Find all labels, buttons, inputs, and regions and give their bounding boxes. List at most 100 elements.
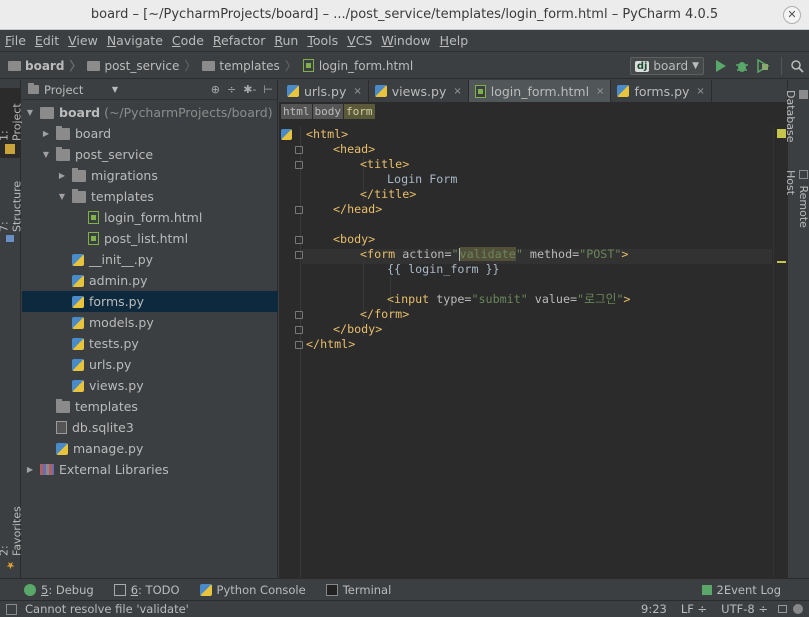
code-editor[interactable]: <html> <head> <title> Login Form </title… xyxy=(306,126,776,578)
expand-arrow-icon[interactable]: ▼ xyxy=(40,150,52,159)
search-everywhere-button[interactable] xyxy=(788,57,806,75)
tree-item-board[interactable]: ▶ board xyxy=(22,123,278,144)
expand-arrow-icon[interactable]: ▼ xyxy=(56,192,68,201)
editor-breadcrumbs: html body form xyxy=(279,103,787,120)
nav-crumb-templates[interactable]: templates 〉 xyxy=(202,57,297,74)
tab-forms-py[interactable]: forms.py × xyxy=(611,80,712,102)
menu-navigate[interactable]: Navigate xyxy=(107,33,163,48)
tree-item-admin[interactable]: admin.py xyxy=(22,270,278,291)
menu-edit[interactable]: Edit xyxy=(35,33,59,48)
expand-arrow-icon[interactable]: ▶ xyxy=(24,465,36,474)
window-close-button[interactable]: ✕ xyxy=(783,6,801,24)
tool-tab-remote-host[interactable]: Remote Host xyxy=(784,166,809,248)
close-icon[interactable]: × xyxy=(696,86,704,97)
editor-crumb-html[interactable]: html xyxy=(281,104,312,119)
tree-item-templates-sub[interactable]: ▼ templates xyxy=(22,186,278,207)
fold-marker-icon[interactable] xyxy=(295,326,303,334)
run-config-dropdown[interactable]: dj board ▼ xyxy=(629,57,704,75)
menu-label: ode xyxy=(180,33,204,48)
toggle-tool-windows-icon[interactable] xyxy=(6,603,17,615)
coverage-button[interactable] xyxy=(754,57,772,75)
menu-window[interactable]: Window xyxy=(381,33,430,48)
project-view-dropdown[interactable]: Project ▼ xyxy=(28,83,118,97)
fold-marker-icon[interactable] xyxy=(295,146,303,154)
tree-item-post-list[interactable]: post_list.html xyxy=(22,228,278,249)
menu-run[interactable]: Run xyxy=(274,33,298,48)
tree-item-models[interactable]: models.py xyxy=(22,312,278,333)
encoding-selector[interactable]: UTF-8 ÷ xyxy=(721,602,768,616)
fold-marker-icon[interactable] xyxy=(295,341,303,349)
tree-item-templates[interactable]: templates xyxy=(22,396,278,417)
close-icon[interactable]: × xyxy=(353,86,361,97)
expand-arrow-icon[interactable]: ▶ xyxy=(40,129,52,138)
python-gutter-icon[interactable] xyxy=(281,129,292,140)
tool-tab-todo[interactable]: 6: TODO xyxy=(113,583,180,597)
fold-marker-icon[interactable] xyxy=(295,236,303,244)
line-separator-selector[interactable]: LF ÷ xyxy=(681,602,707,616)
run-button[interactable] xyxy=(712,57,730,75)
editor-crumb-form[interactable]: form xyxy=(344,104,375,119)
editor-crumb-body[interactable]: body xyxy=(312,104,343,119)
tool-tab-favorites[interactable]: ★ 2: Favorites xyxy=(0,496,24,574)
expand-arrow-icon[interactable]: ▼ xyxy=(24,108,36,117)
warning-marker[interactable] xyxy=(777,261,786,263)
fold-marker-icon[interactable] xyxy=(295,161,303,169)
expand-arrow-icon[interactable]: ▶ xyxy=(56,171,68,180)
tree-item-external-libraries[interactable]: ▶ External Libraries xyxy=(22,459,278,480)
tree-item-label: views.py xyxy=(89,378,144,393)
inspector-icon[interactable] xyxy=(793,604,803,614)
menu-file[interactable]: File xyxy=(5,33,26,48)
fold-marker-icon[interactable] xyxy=(295,311,303,319)
tree-item-label: post_service xyxy=(75,147,154,162)
gear-icon[interactable]: ✱- xyxy=(243,83,256,96)
fold-marker-icon[interactable] xyxy=(295,251,303,259)
nav-crumb-login-form[interactable]: login_form.html xyxy=(302,59,413,73)
window-titlebar: board – [~/PycharmProjects/board] – .../… xyxy=(0,0,809,30)
tree-item-forms[interactable]: forms.py xyxy=(22,291,278,312)
tree-item-urls[interactable]: urls.py xyxy=(22,354,278,375)
menu-code[interactable]: Code xyxy=(172,33,204,48)
editor-area: urls.py × views.py × login_form.html × form… xyxy=(279,80,787,578)
menu-vcs[interactable]: VCS xyxy=(347,33,372,48)
tab-views-py[interactable]: views.py × xyxy=(369,80,469,102)
tab-urls-py[interactable]: urls.py × xyxy=(281,80,369,102)
tree-item-views[interactable]: views.py xyxy=(22,375,278,396)
tree-item-tests[interactable]: tests.py xyxy=(22,333,278,354)
tree-item-login-form[interactable]: login_form.html xyxy=(22,207,278,228)
nav-crumb-post-service[interactable]: post_service 〉 xyxy=(87,57,196,74)
menu-view[interactable]: View xyxy=(68,33,98,48)
tree-item-init[interactable]: __init__.py xyxy=(22,249,278,270)
tool-tab-project[interactable]: 1: Project xyxy=(0,88,24,158)
tab-login-form-html[interactable]: login_form.html × xyxy=(468,80,612,102)
menu-tools[interactable]: Tools xyxy=(307,33,338,48)
hide-panel-icon[interactable]: ⊢ xyxy=(263,83,273,96)
close-icon[interactable]: × xyxy=(453,86,461,97)
tool-tab-terminal[interactable]: Terminal xyxy=(325,583,391,597)
menu-refactor[interactable]: Refactor xyxy=(213,33,265,48)
tree-item-manage[interactable]: manage.py xyxy=(22,438,278,459)
tool-tab-structure[interactable]: 7: Structure xyxy=(0,174,24,246)
tree-item-db[interactable]: db.sqlite3 xyxy=(22,417,278,438)
python-file-icon xyxy=(617,85,630,97)
scroll-from-source-icon[interactable]: ⊕ xyxy=(211,83,220,96)
tree-item-post-service[interactable]: ▼ post_service xyxy=(22,144,278,165)
tool-tab-debug[interactable]: 5: Debug xyxy=(24,583,94,597)
collapse-all-icon[interactable]: ÷ xyxy=(227,83,236,96)
lock-icon[interactable] xyxy=(778,605,787,613)
nav-crumb-board[interactable]: board 〉 xyxy=(8,57,81,74)
menu-mnemonic: N xyxy=(106,33,117,48)
caret-position[interactable]: 9:23 xyxy=(641,602,667,616)
html-file-icon xyxy=(88,211,99,224)
tool-tab-event-log[interactable]: 2 Event Log xyxy=(701,583,781,597)
tree-item-migrations[interactable]: ▶ migrations xyxy=(22,165,278,186)
tree-item-board-root[interactable]: ▼ board (~/PycharmProjects/board) xyxy=(22,102,278,123)
debug-button[interactable] xyxy=(733,57,751,75)
fold-marker-icon[interactable] xyxy=(295,206,303,214)
editor-gutter[interactable] xyxy=(279,126,301,578)
close-icon[interactable]: × xyxy=(596,86,604,97)
tool-tab-database[interactable]: Database xyxy=(784,86,809,148)
code-line-3: <title> xyxy=(360,157,409,172)
menu-help[interactable]: Help xyxy=(440,33,469,48)
tool-tab-label: 1: Project xyxy=(0,103,24,142)
tool-tab-python-console[interactable]: Python Console xyxy=(199,583,306,597)
